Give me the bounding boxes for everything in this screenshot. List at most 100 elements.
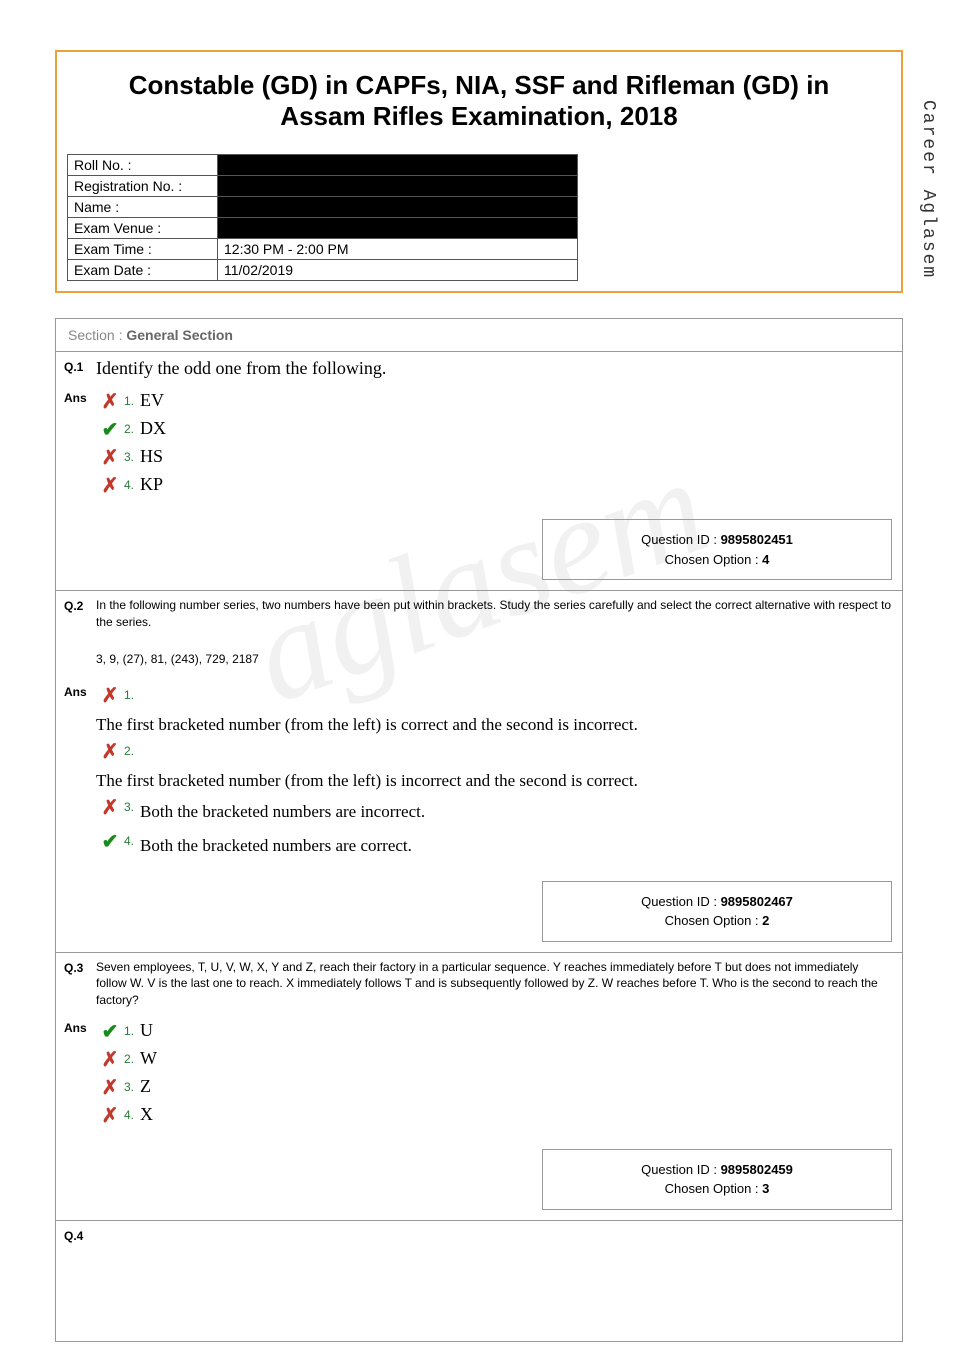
option-row: ✗ 1.	[96, 681, 892, 709]
chosen-option-value: 3	[762, 1181, 769, 1196]
option-number: 3.	[124, 796, 140, 814]
check-icon: ✔	[102, 419, 119, 441]
question-text-body: In the following number series, two numb…	[96, 597, 892, 631]
question-meta: Question ID : 9895802459 Chosen Option :…	[542, 1149, 892, 1210]
option-number: 2.	[124, 418, 140, 436]
question-text: Identify the odd one from the following.	[96, 352, 902, 385]
section-box: Section : General Section Q.1 Identify t…	[55, 318, 903, 1342]
venue-label: Exam Venue :	[68, 218, 218, 239]
name-value	[218, 197, 578, 218]
option-number: 1.	[124, 1020, 140, 1038]
question-block: Q.3 Seven employees, T, U, V, W, X, Y an…	[56, 953, 902, 1221]
option-text: HS	[140, 446, 163, 467]
question-block: Q.1 Identify the odd one from the follow…	[56, 352, 902, 591]
answer-options: ✗ 1. The first bracketed number (from th…	[96, 679, 902, 870]
question-number: Q.3	[56, 953, 96, 1015]
section-header: Section : General Section	[56, 319, 902, 352]
option-text: W	[140, 1048, 157, 1069]
option-number: 1.	[124, 390, 140, 408]
option-row: ✗ 4. KP	[96, 471, 892, 499]
time-value: 12:30 PM - 2:00 PM	[218, 239, 578, 260]
question-id-value: 9895802467	[721, 894, 793, 909]
answer-label: Ans	[56, 385, 96, 509]
time-label: Exam Time :	[68, 239, 218, 260]
option-number: 3.	[124, 1076, 140, 1094]
option-number: 4.	[124, 1104, 140, 1122]
answer-label: Ans	[56, 679, 96, 870]
date-value: 11/02/2019	[218, 260, 578, 281]
question-text: In the following number series, two numb…	[96, 591, 902, 679]
option-text: Both the bracketed numbers are incorrect…	[140, 796, 425, 824]
cross-icon: ✗	[102, 797, 119, 819]
section-name: General Section	[126, 327, 233, 343]
check-icon: ✔	[102, 1021, 119, 1043]
name-label: Name :	[68, 197, 218, 218]
option-number: 2.	[124, 740, 140, 758]
answer-label: Ans	[56, 1015, 96, 1139]
reg-no-value	[218, 176, 578, 197]
cross-icon: ✗	[102, 391, 119, 413]
cross-icon: ✗	[102, 1105, 119, 1127]
question-id-value: 9895802459	[721, 1162, 793, 1177]
option-number: 4.	[124, 830, 140, 848]
option-text: Z	[140, 1076, 151, 1097]
option-row: ✔ 4. Both the bracketed numbers are corr…	[96, 827, 892, 861]
table-row: Name :	[68, 197, 578, 218]
option-number: 3.	[124, 446, 140, 464]
table-row: Exam Date : 11/02/2019	[68, 260, 578, 281]
cross-icon: ✗	[102, 447, 119, 469]
table-row: Roll No. :	[68, 155, 578, 176]
option-row: ✗ 2. W	[96, 1045, 892, 1073]
cross-icon: ✗	[102, 475, 119, 497]
option-row: ✗ 4. X	[96, 1101, 892, 1129]
option-text: The first bracketed number (from the lef…	[96, 709, 892, 737]
candidate-info-table: Roll No. : Registration No. : Name : Exa…	[67, 154, 578, 281]
chosen-option-label: Chosen Option :	[665, 1181, 763, 1196]
question-meta: Question ID : 9895802451 Chosen Option :…	[542, 519, 892, 580]
section-prefix: Section :	[68, 327, 126, 343]
chosen-option-label: Chosen Option :	[665, 552, 763, 567]
option-row: ✔ 2. DX	[96, 415, 892, 443]
table-row: Exam Venue :	[68, 218, 578, 239]
option-row: ✗ 3. Z	[96, 1073, 892, 1101]
question-block: Q.2 In the following number series, two …	[56, 591, 902, 953]
question-id-value: 9895802451	[721, 532, 793, 547]
cross-icon: ✗	[102, 1077, 119, 1099]
question-number: Q.1	[56, 352, 96, 385]
question-number: Q.2	[56, 591, 96, 679]
date-label: Exam Date :	[68, 260, 218, 281]
option-row: ✔ 1. U	[96, 1017, 892, 1045]
check-icon: ✔	[102, 831, 119, 853]
chosen-option-value: 2	[762, 913, 769, 928]
side-watermark: Career Aglasem	[918, 100, 938, 279]
option-row: ✗ 2.	[96, 737, 892, 765]
question-meta: Question ID : 9895802467 Chosen Option :…	[542, 881, 892, 942]
option-number: 2.	[124, 1048, 140, 1066]
question-id-label: Question ID :	[641, 894, 720, 909]
roll-no-value	[218, 155, 578, 176]
option-text: EV	[140, 390, 164, 411]
answer-options: ✗ 1. EV ✔ 2. DX ✗ 3. HS ✗ 4. KP	[96, 385, 902, 509]
question-id-label: Question ID :	[641, 1162, 720, 1177]
table-row: Registration No. :	[68, 176, 578, 197]
roll-no-label: Roll No. :	[68, 155, 218, 176]
question-text: Seven employees, T, U, V, W, X, Y and Z,…	[96, 953, 902, 1015]
question-number: Q.4	[56, 1221, 96, 1247]
header-box: Constable (GD) in CAPFs, NIA, SSF and Ri…	[55, 50, 903, 293]
reg-no-label: Registration No. :	[68, 176, 218, 197]
question-text	[96, 1221, 902, 1247]
option-row: ✗ 3. HS	[96, 443, 892, 471]
option-text: Both the bracketed numbers are correct.	[140, 830, 412, 858]
option-text: KP	[140, 474, 163, 495]
question-block: Q.4	[56, 1221, 902, 1341]
question-series: 3, 9, (27), 81, (243), 729, 2187	[96, 631, 892, 674]
chosen-option-label: Chosen Option :	[665, 913, 763, 928]
question-id-label: Question ID :	[641, 532, 720, 547]
cross-icon: ✗	[102, 741, 119, 763]
option-number: 4.	[124, 474, 140, 492]
answer-options: ✔ 1. U ✗ 2. W ✗ 3. Z ✗ 4. X	[96, 1015, 902, 1139]
option-text: DX	[140, 418, 166, 439]
option-row: ✗ 1. EV	[96, 387, 892, 415]
page-title: Constable (GD) in CAPFs, NIA, SSF and Ri…	[67, 70, 891, 132]
option-text: The first bracketed number (from the lef…	[96, 765, 892, 793]
